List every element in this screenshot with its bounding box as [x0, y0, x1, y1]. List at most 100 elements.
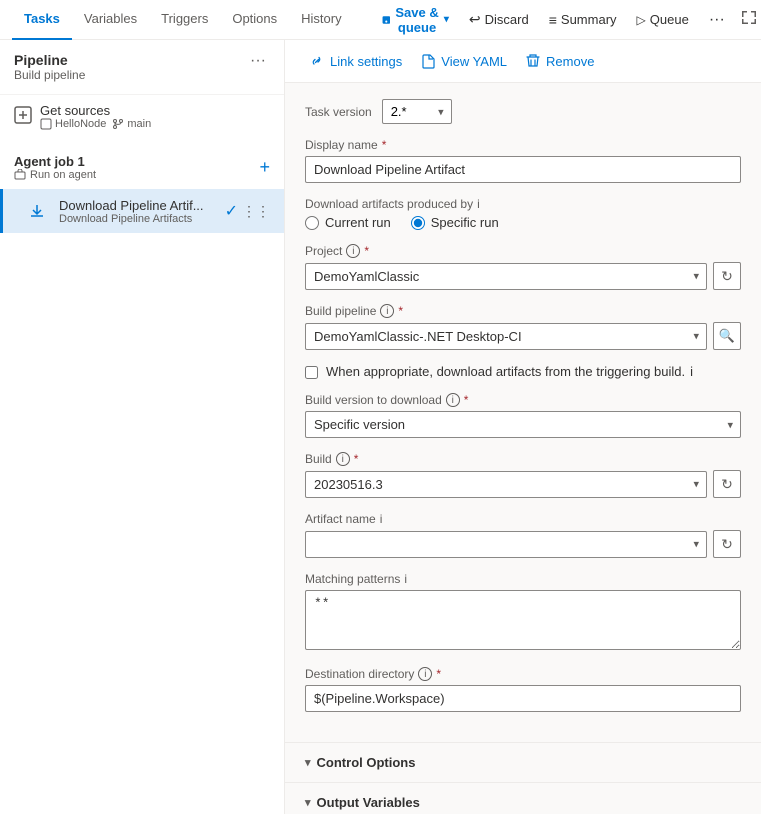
tab-options[interactable]: Options [220, 0, 289, 40]
output-variables-section[interactable]: ▾ Output Variables [285, 782, 761, 814]
pipeline-more-button[interactable]: ··· [246, 52, 270, 70]
save-queue-chevron: ▾ [444, 14, 449, 25]
build-pipeline-search-icon: 🔍 [719, 328, 735, 344]
download-pipeline-icon [28, 202, 46, 220]
artifact-name-label: Artifact name i [305, 512, 741, 526]
radio-specific-run[interactable]: Specific run [411, 215, 499, 230]
project-select[interactable]: DemoYamlClassic [305, 263, 707, 290]
tab-variables[interactable]: Variables [72, 0, 149, 40]
triggering-build-info-icon[interactable]: i [690, 364, 693, 379]
artifact-name-dropdown-row: ▾ ↻ [305, 530, 741, 558]
build-version-info-icon[interactable]: i [446, 393, 460, 407]
expand-button[interactable] [733, 5, 761, 34]
more-actions-button[interactable]: ··· [701, 6, 733, 34]
pipeline-info: Pipeline Build pipeline [14, 52, 85, 82]
triggering-build-label: When appropriate, download artifacts fro… [326, 364, 693, 379]
build-dropdown-row: 20230516.3 ▾ ↻ [305, 470, 741, 498]
queue-icon: ▷ [637, 13, 646, 27]
build-select[interactable]: 20230516.3 [305, 471, 707, 498]
task-drag-icon[interactable]: ⋮⋮ [242, 203, 270, 220]
artifact-name-select[interactable] [305, 531, 707, 558]
nav-actions: Save & queue ▾ ↩ Discard ≡ Summary ▷ Que… [374, 0, 733, 40]
right-panel: Link settings View YAML Remove Task vers… [285, 40, 761, 814]
tab-triggers[interactable]: Triggers [149, 0, 220, 40]
destination-dir-label: Destination directory i [305, 667, 741, 681]
build-row: Build i 20230516.3 ▾ ↻ [305, 452, 741, 498]
project-refresh-button[interactable]: ↻ [713, 262, 741, 290]
agent-job-header: Agent job 1 Run on agent + [0, 146, 284, 189]
project-label: Project i [305, 244, 741, 258]
build-dropdown-wrapper: 20230516.3 ▾ [305, 471, 707, 498]
project-refresh-icon: ↻ [721, 268, 733, 285]
build-info-icon[interactable]: i [336, 452, 350, 466]
matching-patterns-info-icon[interactable]: i [404, 572, 407, 586]
expand-icon [741, 10, 757, 26]
remove-icon [525, 53, 541, 69]
triggering-build-checkbox[interactable] [305, 366, 318, 379]
agent-job-sub: Run on agent [14, 169, 96, 181]
download-artifacts-info-icon[interactable]: i [477, 197, 480, 211]
destination-dir-input[interactable] [305, 685, 741, 712]
project-info-icon[interactable]: i [346, 244, 360, 258]
build-version-dropdown-wrapper: Specific version ▾ [305, 411, 741, 438]
display-name-input[interactable] [305, 156, 741, 183]
discard-icon: ↩ [469, 11, 481, 28]
pipeline-header: Pipeline Build pipeline ··· [0, 40, 284, 94]
display-name-label: Display name [305, 138, 741, 152]
remove-button[interactable]: Remove [517, 48, 602, 74]
build-pipeline-row: Build pipeline i DemoYamlClassic-.NET De… [305, 304, 741, 350]
get-sources-label: Get sources [40, 103, 151, 118]
control-options-section[interactable]: ▾ Control Options [285, 742, 761, 782]
view-yaml-button[interactable]: View YAML [412, 48, 515, 74]
task-icon [23, 197, 51, 225]
project-dropdown-wrapper: DemoYamlClassic ▾ [305, 263, 707, 290]
radio-current-run[interactable]: Current run [305, 215, 391, 230]
project-dropdown-row: DemoYamlClassic ▾ ↻ [305, 262, 741, 290]
build-version-label: Build version to download i [305, 393, 741, 407]
destination-dir-info-icon[interactable]: i [418, 667, 432, 681]
matching-patterns-row: Matching patterns i ** [305, 572, 741, 653]
task-subtitle: Download Pipeline Artifacts [59, 213, 217, 225]
task-version-select[interactable]: 2.* [382, 99, 452, 124]
artifact-name-refresh-button[interactable]: ↻ [713, 530, 741, 558]
radio-specific-run-label: Specific run [431, 215, 499, 230]
build-refresh-button[interactable]: ↻ [713, 470, 741, 498]
build-version-row: Build version to download i Specific ver… [305, 393, 741, 438]
tab-history[interactable]: History [289, 0, 353, 40]
discard-button[interactable]: ↩ Discard [461, 6, 537, 33]
agent-icon [14, 169, 26, 181]
artifact-name-dropdown-wrapper: ▾ [305, 531, 707, 558]
get-sources-icon [14, 106, 32, 127]
build-pipeline-info-icon[interactable]: i [380, 304, 394, 318]
form-area: Task version 2.* Display name Download a… [285, 83, 761, 742]
task-version-row: Task version 2.* [305, 99, 741, 124]
build-pipeline-select[interactable]: DemoYamlClassic-.NET Desktop-CI [305, 323, 707, 350]
output-variables-chevron: ▾ [305, 796, 311, 809]
pipeline-title: Pipeline [14, 52, 85, 68]
task-action-icons: ✓ ⋮⋮ [225, 201, 270, 221]
yaml-icon [420, 53, 436, 69]
radio-current-run-label: Current run [325, 215, 391, 230]
get-sources-repo: HelloNode [40, 118, 106, 130]
build-pipeline-search-button[interactable]: 🔍 [713, 322, 741, 350]
radio-current-run-input[interactable] [305, 216, 319, 230]
build-version-select[interactable]: Specific version [305, 411, 741, 438]
tab-tasks[interactable]: Tasks [12, 0, 72, 40]
radio-specific-run-input[interactable] [411, 216, 425, 230]
branch-icon [112, 118, 124, 130]
download-artifacts-row: Download artifacts produced by i Current… [305, 197, 741, 230]
nav-tabs: Tasks Variables Triggers Options History [12, 0, 354, 40]
add-task-button[interactable]: + [259, 157, 270, 178]
task-item[interactable]: Download Pipeline Artif... Download Pipe… [0, 189, 284, 233]
matching-patterns-textarea[interactable]: ** [305, 590, 741, 650]
repo-icon [40, 118, 52, 130]
queue-button[interactable]: ▷ Queue [629, 7, 697, 32]
artifact-name-info-icon[interactable]: i [380, 512, 383, 526]
save-queue-button[interactable]: Save & queue ▾ [374, 0, 457, 40]
artifact-name-row: Artifact name i ▾ ↻ [305, 512, 741, 558]
summary-button[interactable]: ≡ Summary [541, 7, 625, 33]
link-settings-button[interactable]: Link settings [301, 48, 410, 74]
destination-dir-row: Destination directory i [305, 667, 741, 712]
task-version-label: Task version [305, 105, 372, 119]
build-pipeline-dropdown-row: DemoYamlClassic-.NET Desktop-CI ▾ 🔍 [305, 322, 741, 350]
